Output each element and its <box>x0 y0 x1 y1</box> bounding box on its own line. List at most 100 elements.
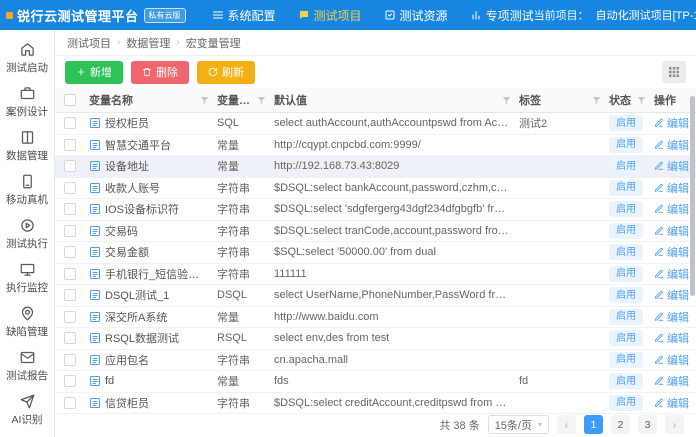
edit-button[interactable]: 编辑 <box>654 309 689 325</box>
filter-icon[interactable] <box>502 96 511 105</box>
edit-button[interactable]: 编辑 <box>654 266 689 282</box>
variable-icon <box>89 289 101 301</box>
page-button-1[interactable]: 1 <box>584 415 603 434</box>
variable-icon <box>89 268 101 280</box>
delete-button[interactable]: 删除 <box>131 61 189 84</box>
table-row[interactable]: IOS设备标识符 字符串 $DSQL:select 'sdgfergerg43d… <box>55 199 696 221</box>
status-badge: 启用 <box>609 395 643 411</box>
edit-button[interactable]: 编辑 <box>654 244 689 260</box>
table-scrollbar[interactable] <box>689 88 696 412</box>
variable-name[interactable]: 交易码 <box>105 223 138 239</box>
prev-page-button[interactable]: ‹ <box>557 415 576 434</box>
edit-button[interactable]: 编辑 <box>654 180 689 196</box>
edit-button[interactable]: 编辑 <box>654 373 689 389</box>
nav-system-config[interactable]: 系统配置 <box>212 7 276 24</box>
variable-name[interactable]: 应用包名 <box>105 352 149 368</box>
table-row[interactable]: fd 常量 fds fd 启用 编辑 <box>55 371 696 393</box>
row-checkbox[interactable] <box>64 375 76 387</box>
breadcrumb-item[interactable]: 测试项目 <box>67 35 111 51</box>
row-checkbox[interactable] <box>64 354 76 366</box>
edit-button[interactable]: 编辑 <box>654 201 689 217</box>
status-badge: 启用 <box>609 352 643 368</box>
variable-type: 字符串 <box>217 352 250 368</box>
variable-name[interactable]: 信贷柜员 <box>105 395 149 411</box>
sidebar-item-test-report[interactable]: 测试报告 <box>0 344 54 388</box>
variable-name[interactable]: 智慧交通平台 <box>105 137 171 153</box>
table-row[interactable]: 智慧交通平台 常量 http://cqypt.cnpcbd.com:9999/ … <box>55 135 696 157</box>
edit-button[interactable]: 编辑 <box>654 137 689 153</box>
variable-name[interactable]: 手机银行_短信验证码 <box>105 266 209 282</box>
variable-name[interactable]: RSQL数据测试 <box>105 330 179 346</box>
table-row[interactable]: 授权柜员 SQL select authAccount,authAccountp… <box>55 113 696 135</box>
row-checkbox[interactable] <box>64 332 76 344</box>
row-checkbox[interactable] <box>64 117 76 129</box>
edit-button[interactable]: 编辑 <box>654 158 689 174</box>
select-all-checkbox[interactable] <box>64 94 76 106</box>
row-checkbox[interactable] <box>64 268 76 280</box>
edit-button[interactable]: 编辑 <box>654 115 689 131</box>
table-row[interactable]: 收款人账号 字符串 $DSQL:select bankAccount,passw… <box>55 178 696 200</box>
column-settings-button[interactable] <box>662 61 686 83</box>
sidebar-item-test-execution[interactable]: 测试执行 <box>0 212 54 256</box>
sidebar-item-ai-recognition[interactable]: AI识别 <box>0 388 54 432</box>
row-checkbox[interactable] <box>64 246 76 258</box>
sidebar-item-label: 移动真机 <box>6 192 48 207</box>
sidebar-item-execution-monitor[interactable]: 执行监控 <box>0 256 54 300</box>
variable-name[interactable]: DSQL测试_1 <box>105 287 169 303</box>
scrollbar-thumb[interactable] <box>690 96 695 296</box>
variable-name[interactable]: 授权柜员 <box>105 115 149 131</box>
table-row[interactable]: 交易码 字符串 $DSQL:select tranCode,account,pa… <box>55 221 696 243</box>
table-row[interactable]: DSQL测试_1 DSQL select UserName,PhoneNumbe… <box>55 285 696 307</box>
table-row[interactable]: 信贷柜员 字符串 $DSQL:select creditAccount,cred… <box>55 393 696 415</box>
variable-name[interactable]: 深交所A系统 <box>105 309 167 325</box>
page-button-3[interactable]: 3 <box>638 415 657 434</box>
edit-button[interactable]: 编辑 <box>654 287 689 303</box>
row-checkbox[interactable] <box>64 203 76 215</box>
edit-button[interactable]: 编辑 <box>654 352 689 368</box>
table-row[interactable]: 交易金额 字符串 $SQL:select '50000.00' from dua… <box>55 242 696 264</box>
filter-icon[interactable] <box>637 96 646 105</box>
filter-icon[interactable] <box>257 96 266 105</box>
row-checkbox[interactable] <box>64 311 76 323</box>
add-button[interactable]: 新增 <box>65 61 123 84</box>
sidebar-item-case-design[interactable]: 案例设计 <box>0 80 54 124</box>
sidebar-item-mobile-device[interactable]: 移动真机 <box>0 168 54 212</box>
variable-name[interactable]: IOS设备标识符 <box>105 201 179 217</box>
nav-test-resource[interactable]: 测试资源 <box>384 7 448 24</box>
table-row[interactable]: 应用包名 字符串 cn.apacha.mall 启用 编辑 <box>55 350 696 372</box>
column-header-status: 状态 <box>609 92 631 108</box>
table-row[interactable]: RSQL数据测试 RSQL select env,des from test 启… <box>55 328 696 350</box>
variable-name[interactable]: 设备地址 <box>105 158 149 174</box>
page-size-select[interactable]: 15条/页 ▾ <box>488 415 549 434</box>
table-row[interactable]: 设备地址 常量 http://192.168.73.43:8029 启用 编辑 <box>55 156 696 178</box>
variable-name[interactable]: fd <box>105 375 114 387</box>
sidebar-item-test-start[interactable]: 测试启动 <box>0 36 54 80</box>
table-row[interactable]: 深交所A系统 常量 http://www.baidu.com 启用 编辑 <box>55 307 696 329</box>
variable-icon <box>89 225 101 237</box>
nav-test-project[interactable]: 测试项目 <box>298 7 362 24</box>
edit-button[interactable]: 编辑 <box>654 395 689 411</box>
row-checkbox[interactable] <box>64 289 76 301</box>
edit-button[interactable]: 编辑 <box>654 330 689 346</box>
row-checkbox[interactable] <box>64 139 76 151</box>
variable-name[interactable]: 交易金额 <box>105 244 149 260</box>
filter-icon[interactable] <box>592 96 601 105</box>
sidebar-item-defect-management[interactable]: 缺陷管理 <box>0 300 54 344</box>
refresh-button[interactable]: 刷新 <box>197 61 255 84</box>
next-page-button[interactable]: › <box>665 415 684 434</box>
table-row[interactable]: 手机银行_短信验证码 字符串 111111 启用 编辑 <box>55 264 696 286</box>
row-checkbox[interactable] <box>64 182 76 194</box>
sidebar-item-data-management[interactable]: 数据管理 <box>0 124 54 168</box>
row-checkbox[interactable] <box>64 160 76 172</box>
nav-special-test[interactable]: 专项测试 <box>470 7 534 24</box>
row-checkbox[interactable] <box>64 397 76 409</box>
page-button-2[interactable]: 2 <box>611 415 630 434</box>
row-checkbox[interactable] <box>64 225 76 237</box>
breadcrumb-item[interactable]: 数据管理 <box>126 35 170 51</box>
variable-name[interactable]: 收款人账号 <box>105 180 160 196</box>
refresh-icon <box>208 67 218 77</box>
edit-button[interactable]: 编辑 <box>654 223 689 239</box>
column-header-tag: 标签 <box>519 92 541 108</box>
filter-icon[interactable] <box>200 96 209 105</box>
variable-default: $DSQL:select bankAccount,password,czhm,c… <box>274 182 511 194</box>
